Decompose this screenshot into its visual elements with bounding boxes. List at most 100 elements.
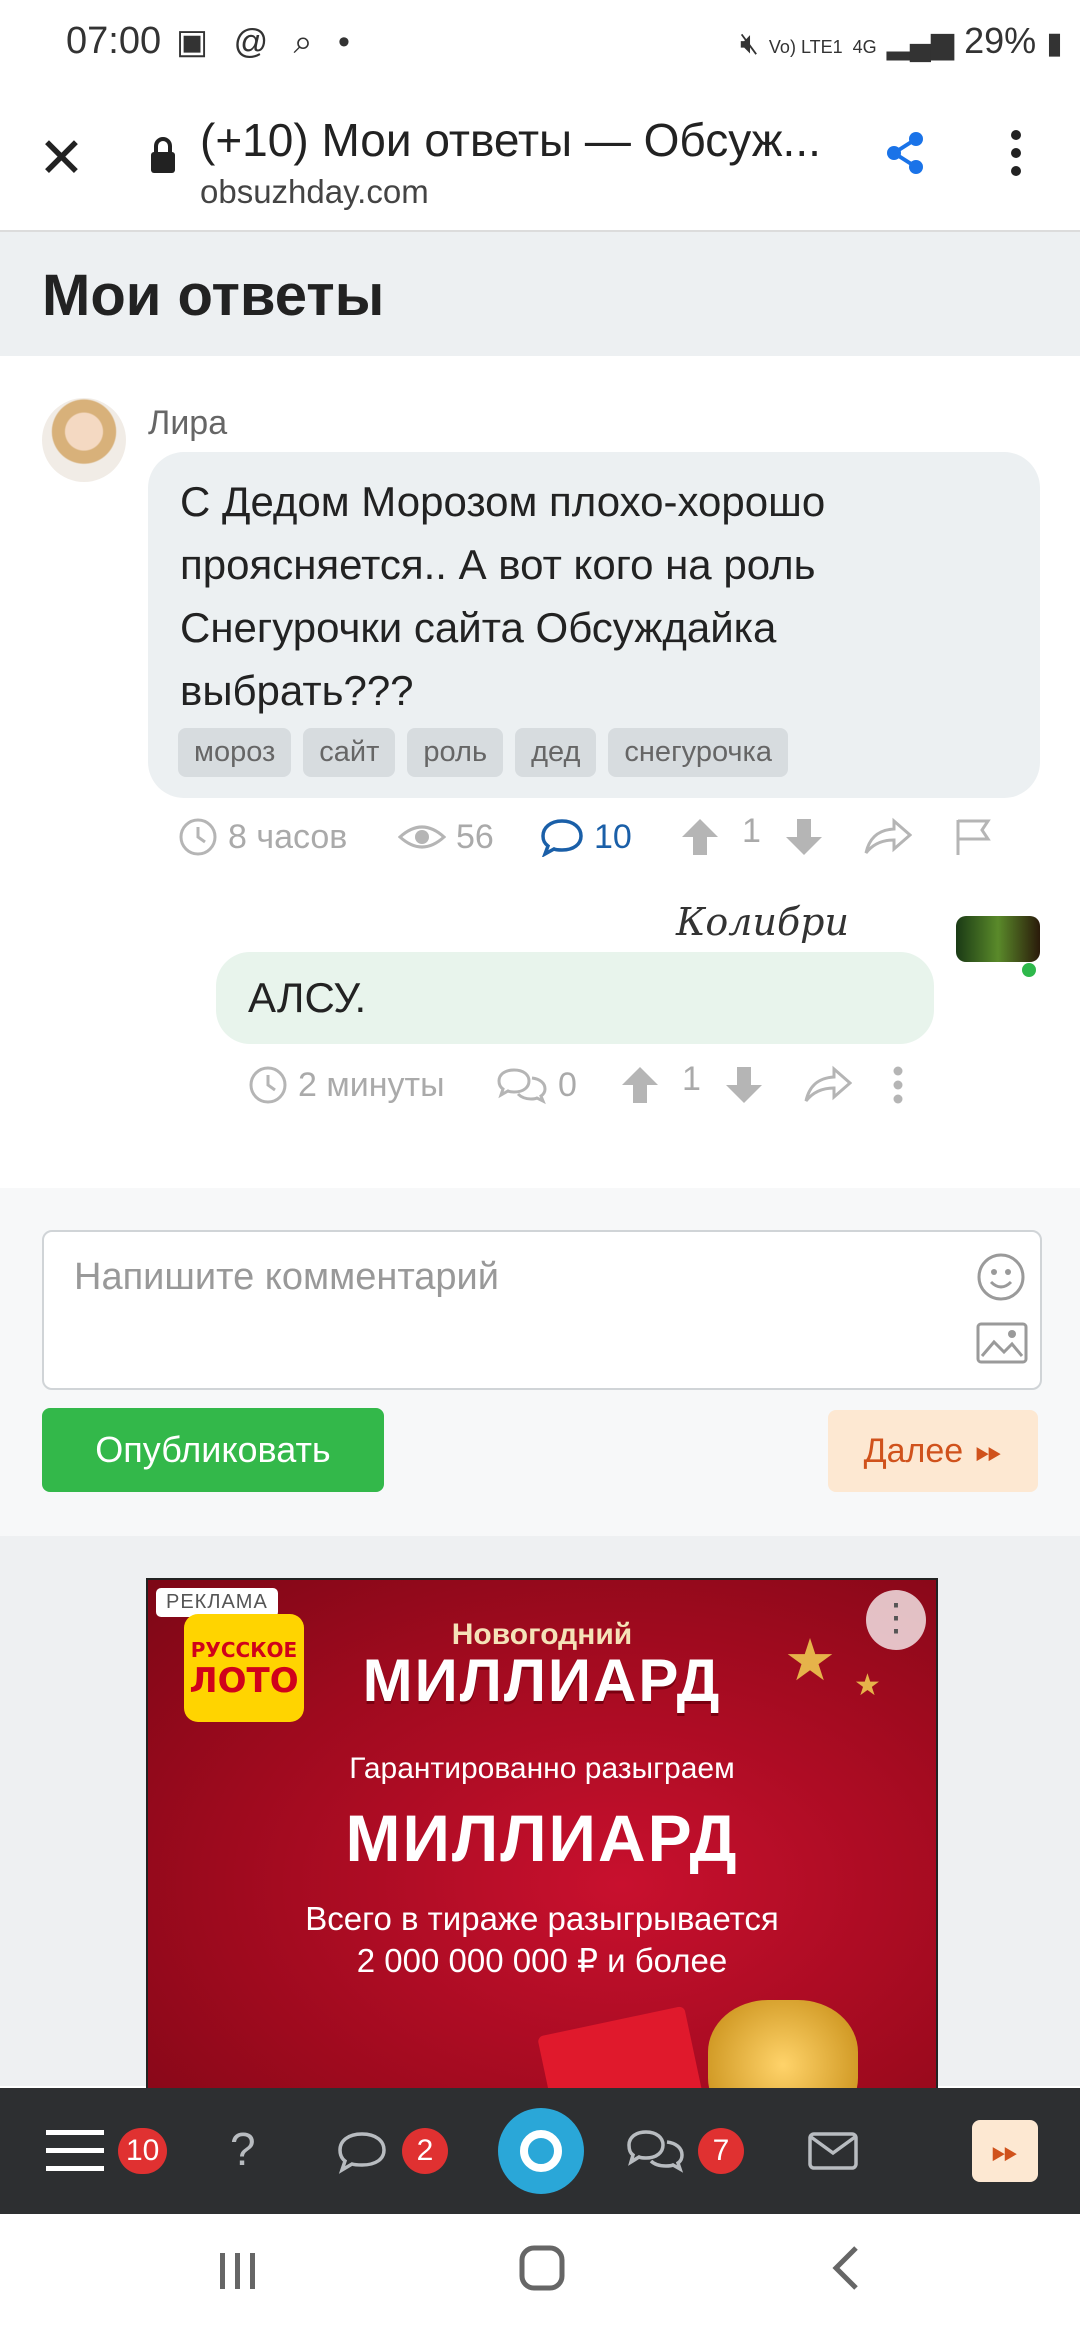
eye-icon bbox=[398, 825, 446, 849]
menu-badge: 10 bbox=[118, 2128, 168, 2174]
battery-level: 29% bbox=[964, 20, 1037, 61]
post-bubble: С Дедом Морозом плохо-хорошо проясняется… bbox=[148, 452, 1040, 798]
publish-button[interactable]: Опубликовать bbox=[42, 1408, 384, 1492]
gift-image bbox=[708, 2000, 858, 2088]
discussions-badge: 7 bbox=[698, 2128, 744, 2174]
tag[interactable]: сайт bbox=[303, 728, 396, 777]
vote-count: 1 bbox=[682, 1060, 701, 1098]
ad-description: Всего в тираже разыгрывается 2 000 000 0… bbox=[148, 1898, 936, 1982]
close-icon[interactable]: ✕ bbox=[38, 125, 85, 191]
share-arrow-icon bbox=[804, 1065, 852, 1102]
reply-more-button[interactable] bbox=[892, 1065, 904, 1105]
tag[interactable]: роль bbox=[407, 728, 504, 777]
dot-icon: • bbox=[338, 23, 358, 61]
notification-icons: ▣ @ ⌕ • bbox=[176, 22, 358, 62]
report-button[interactable] bbox=[954, 817, 994, 857]
star-icon: ★ bbox=[854, 1669, 881, 1702]
discussions-icon[interactable] bbox=[626, 2128, 686, 2179]
status-time: 07:00 bbox=[66, 20, 162, 62]
reply-comments[interactable]: 0 bbox=[496, 1065, 577, 1105]
page-title: Мои ответы bbox=[42, 263, 385, 328]
flag-icon bbox=[956, 819, 991, 855]
comment-input[interactable]: Напишите комментарий bbox=[42, 1230, 1042, 1390]
post-time: 8 часов bbox=[178, 817, 347, 857]
menu-icon[interactable] bbox=[46, 2128, 104, 2179]
share-arrow-icon bbox=[864, 817, 912, 854]
post-views: 56 bbox=[398, 817, 494, 857]
question-icon[interactable]: ? bbox=[230, 2122, 256, 2176]
lock-icon bbox=[148, 135, 178, 180]
post-meta: 8 часов 56 10 1 bbox=[0, 812, 1080, 862]
next-label: Далее bbox=[863, 1431, 964, 1470]
browser-page-title: (+10) Мои ответы — Обсуж... bbox=[200, 114, 821, 166]
reply-meta: 2 минуты 0 1 bbox=[0, 1060, 1080, 1110]
comments-badge: 2 bbox=[402, 2128, 448, 2174]
page-header: Мои ответы bbox=[0, 232, 1080, 356]
downvote-button[interactable] bbox=[724, 1065, 764, 1105]
browser-url[interactable]: obsuzhday.com bbox=[200, 173, 429, 211]
tag[interactable]: дед bbox=[515, 728, 597, 777]
reply-bubble: АЛСУ. bbox=[216, 952, 934, 1044]
comments-count: 10 bbox=[594, 817, 632, 856]
avatar[interactable] bbox=[956, 916, 1040, 962]
clock-icon bbox=[179, 818, 217, 856]
volte-icon: Vo) LTE1 bbox=[768, 37, 843, 57]
post-author[interactable]: Лира bbox=[148, 404, 227, 443]
ad-line-guaranteed: Гарантированно разыграем bbox=[349, 1752, 735, 1785]
signal-icon: ▂▄▆ bbox=[886, 27, 955, 60]
share-button[interactable] bbox=[804, 1065, 852, 1105]
upvote-button[interactable] bbox=[620, 1065, 660, 1105]
fast-forward-icon: ⏩︎ bbox=[975, 1431, 1003, 1470]
system-status: 🔇︎ Vo) LTE1 4G ▂▄▆ 29% ▮ bbox=[740, 20, 1063, 62]
upvote-button[interactable] bbox=[680, 817, 720, 857]
comments-icon bbox=[497, 1068, 547, 1105]
post-comments[interactable]: 10 bbox=[540, 817, 632, 857]
battery-icon: ▮ bbox=[1046, 27, 1063, 60]
downvote-button[interactable] bbox=[784, 817, 824, 857]
reply-time-label: 2 минуты bbox=[298, 1065, 445, 1104]
arrow-down-icon bbox=[726, 1067, 762, 1103]
share-icon[interactable] bbox=[884, 131, 926, 180]
fast-forward-button[interactable]: ⏩︎ bbox=[972, 2120, 1038, 2182]
views-count: 56 bbox=[456, 817, 494, 856]
clock-icon bbox=[249, 1066, 287, 1104]
comment-placeholder: Напишите комментарий bbox=[74, 1256, 500, 1298]
home-logo-button[interactable] bbox=[498, 2108, 584, 2194]
reply-comments-count: 0 bbox=[558, 1065, 577, 1104]
share-button[interactable] bbox=[864, 817, 912, 857]
browser-toolbar: ✕ (+10) Мои ответы — Обсуж... obsuzhday.… bbox=[0, 85, 1080, 232]
gift-image bbox=[537, 2005, 709, 2088]
image-upload-icon[interactable] bbox=[976, 1322, 1028, 1369]
search-icon: ⌕ bbox=[293, 23, 321, 61]
reply-time: 2 минуты bbox=[248, 1065, 445, 1105]
more-vertical-icon bbox=[893, 1066, 903, 1104]
comment-icon bbox=[541, 819, 583, 857]
star-icon: ★ bbox=[784, 1628, 836, 1693]
recent-apps-icon[interactable] bbox=[216, 2246, 260, 2306]
status-bar: 07:00 ▣ @ ⌕ • 🔇︎ Vo) LTE1 4G ▂▄▆ 29% ▮ bbox=[0, 0, 1080, 85]
avatar[interactable] bbox=[42, 398, 126, 482]
more-menu-icon[interactable] bbox=[1010, 129, 1022, 182]
ad-headline: МИЛЛИАРД bbox=[345, 1801, 739, 1875]
next-button[interactable]: Далее ⏩︎ bbox=[828, 1410, 1038, 1492]
reply-author[interactable]: Колибри bbox=[676, 900, 849, 944]
reply-text: АЛСУ. bbox=[248, 974, 367, 1021]
mute-icon: 🔇︎ bbox=[740, 27, 759, 60]
emoji-icon[interactable] bbox=[976, 1252, 1026, 1307]
ad-label: РЕКЛАМА bbox=[156, 1588, 278, 1617]
vote-count: 1 bbox=[742, 812, 761, 850]
system-nav-bar bbox=[0, 2214, 1080, 2340]
comment-icon[interactable] bbox=[336, 2130, 388, 2179]
tag[interactable]: снегурочка bbox=[608, 728, 788, 777]
post-time-label: 8 часов bbox=[228, 817, 348, 856]
tag[interactable]: мороз bbox=[178, 728, 292, 777]
fast-forward-icon: ⏩︎ bbox=[991, 2131, 1019, 2170]
ad-description-line2: 2 000 000 000 ₽ и более bbox=[356, 1942, 728, 1979]
ad-banner[interactable]: РЕКЛАМА РУССКОЕ ЛОТО ⋮ Новогодний МИЛЛИА… bbox=[146, 1578, 938, 2090]
arrow-down-icon bbox=[786, 819, 822, 855]
back-icon[interactable] bbox=[828, 2244, 862, 2305]
mail-icon[interactable] bbox=[808, 2132, 858, 2175]
home-icon[interactable] bbox=[518, 2244, 566, 2305]
arrow-up-icon bbox=[682, 819, 718, 855]
post-text: С Дедом Морозом плохо-хорошо проясняется… bbox=[180, 478, 826, 714]
